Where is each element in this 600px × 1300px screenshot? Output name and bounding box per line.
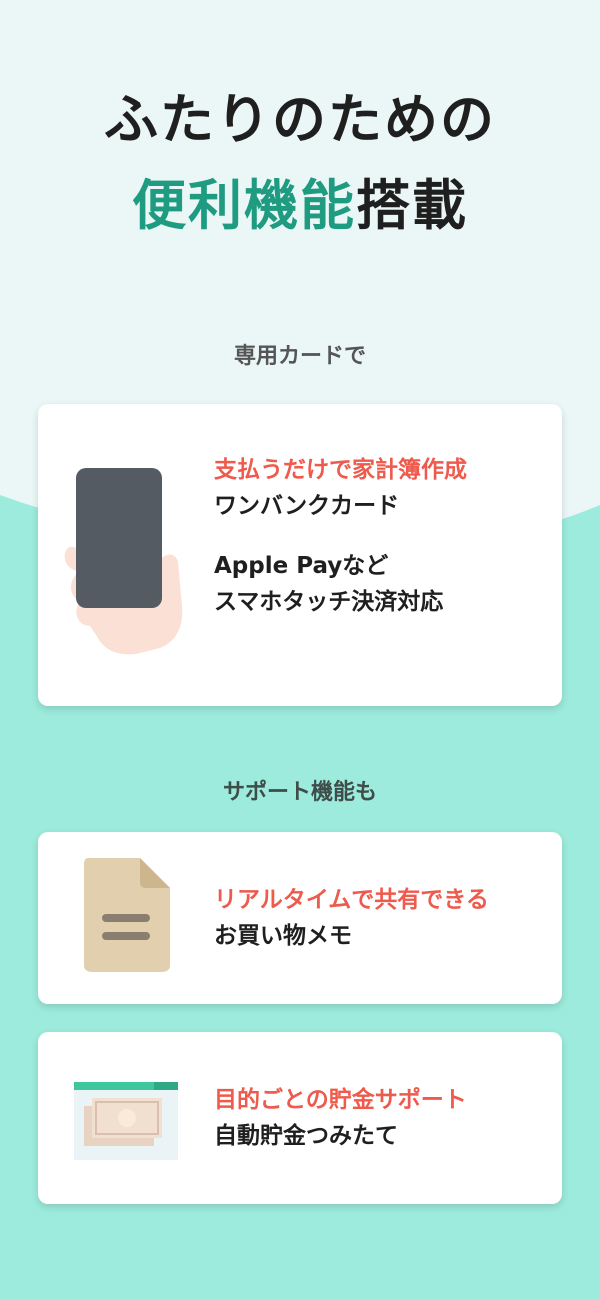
hero-accent-text: 便利機能 [132, 174, 356, 237]
card-savings-text: 目的ごとの貯金サポート 自動貯金つみたて [214, 1082, 546, 1154]
section-label-card: 専用カードで [233, 344, 366, 369]
hero-line-2: 便利機能搭載 [0, 166, 600, 246]
card-payment-title: ワンバンクカード [214, 493, 400, 519]
card-payment-extra-1: Apple Payなど [214, 553, 389, 579]
hero-line-1: ふたりのための [104, 88, 496, 151]
hero-dark-text: 搭載 [356, 174, 468, 237]
section-label-support: サポート機能も [222, 780, 377, 805]
card-payment-text: 支払うだけで家計簿作成 ワンバンクカード Apple Payなど スマホタッチ決… [214, 452, 546, 620]
hero-heading: ふたりのための 便利機能搭載 [0, 80, 600, 246]
money-savings-icon [74, 1082, 178, 1160]
card-savings-highlight: 目的ごとの貯金サポート [214, 1087, 467, 1113]
card-payment-extra-2: スマホタッチ決済対応 [214, 589, 444, 615]
document-icon [84, 858, 170, 972]
phone-payment-icon [64, 468, 183, 655]
card-memo-title: お買い物メモ [214, 923, 352, 949]
feature-card-savings: 目的ごとの貯金サポート 自動貯金つみたて [38, 1032, 562, 1204]
feature-card-shopping-memo: リアルタイムで共有できる お買い物メモ [38, 832, 562, 1004]
feature-card-payment: 支払うだけで家計簿作成 ワンバンクカード Apple Payなど スマホタッチ決… [38, 404, 562, 706]
card-memo-text: リアルタイムで共有できる お買い物メモ [214, 882, 546, 954]
card-savings-title: 自動貯金つみたて [214, 1123, 398, 1149]
card-memo-highlight: リアルタイムで共有できる [214, 887, 489, 913]
card-payment-highlight: 支払うだけで家計簿作成 [214, 457, 467, 483]
